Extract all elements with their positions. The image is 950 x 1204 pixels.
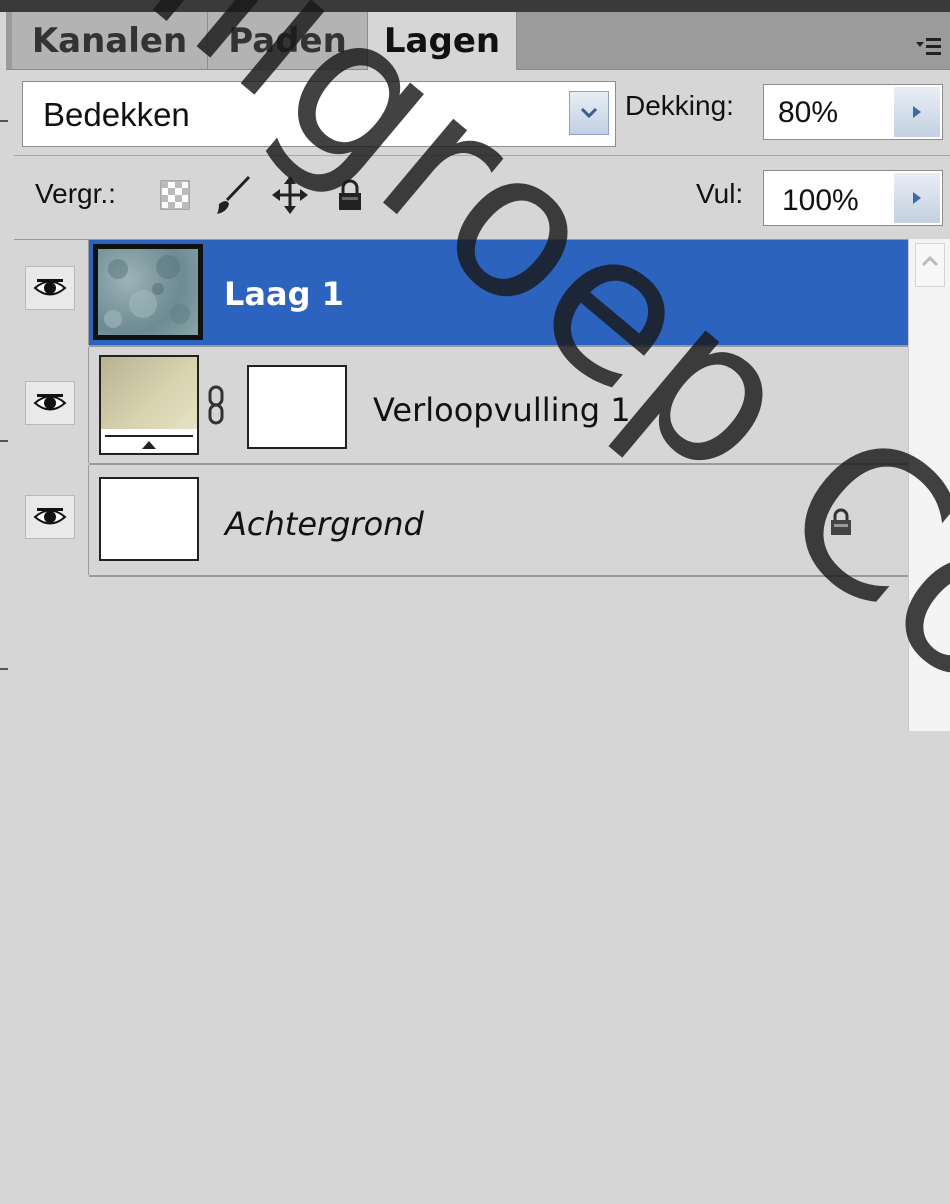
divider xyxy=(14,155,950,156)
layer-name[interactable]: Laag 1 xyxy=(224,275,344,313)
layers-panel: Kanalen Paden Lagen Bedekken Dekking: 80… xyxy=(0,0,950,1204)
lock-all-icon[interactable] xyxy=(336,178,364,212)
right-arrow-icon[interactable] xyxy=(894,87,940,137)
right-arrow-icon[interactable] xyxy=(894,173,940,223)
tab-lagen[interactable]: Lagen xyxy=(368,12,517,70)
tab-kanalen[interactable]: Kanalen xyxy=(12,12,208,69)
divider xyxy=(89,575,910,577)
fill-value: 100% xyxy=(782,184,859,217)
padlock-icon xyxy=(829,507,853,537)
opacity-field[interactable]: 80% xyxy=(763,84,943,140)
layer-row-laag-1[interactable]: Laag 1 xyxy=(89,240,910,345)
tab-bar: Kanalen Paden Lagen xyxy=(6,12,950,70)
fill-field[interactable]: 100% xyxy=(763,170,943,226)
layer-name[interactable]: Achtergrond xyxy=(225,505,424,543)
eye-icon[interactable] xyxy=(25,495,75,539)
lock-brush-icon[interactable] xyxy=(213,174,253,216)
edge-tick xyxy=(0,668,8,670)
visibility-cell xyxy=(14,347,89,463)
edge-tick xyxy=(0,120,8,122)
top-strip xyxy=(0,0,950,12)
layer-name[interactable]: Verloopvulling 1 xyxy=(373,391,631,429)
panel-menu-icon[interactable] xyxy=(916,36,942,58)
tab-paden[interactable]: Paden xyxy=(208,12,368,69)
scroll-up-icon[interactable] xyxy=(915,243,945,287)
layer-thumbnail xyxy=(99,477,199,561)
scrollbar[interactable] xyxy=(908,239,950,731)
dropdown-arrow-icon[interactable] xyxy=(569,91,609,135)
eye-icon[interactable] xyxy=(25,381,75,425)
layer-row-achtergrond[interactable]: Achtergrond xyxy=(89,465,910,575)
edge-tick xyxy=(0,440,8,442)
chain-link-icon[interactable] xyxy=(207,385,225,425)
lock-transparency-icon[interactable] xyxy=(160,180,190,210)
lock-label: Vergr.: xyxy=(35,178,116,209)
eye-icon[interactable] xyxy=(25,266,75,310)
blend-mode-value: Bedekken xyxy=(43,96,190,133)
opacity-value: 80% xyxy=(778,96,839,129)
layer-row-verloopvulling-1[interactable]: Verloopvulling 1 xyxy=(89,347,910,463)
gradient-thumbnail xyxy=(99,355,199,455)
opacity-label: Dekking: xyxy=(625,90,734,121)
layer-thumbnail xyxy=(98,249,198,335)
fill-label: Vul: xyxy=(696,178,744,209)
blend-mode-select[interactable]: Bedekken xyxy=(22,81,616,147)
lock-move-icon[interactable] xyxy=(272,176,308,214)
visibility-cell xyxy=(14,240,89,345)
mask-thumbnail[interactable] xyxy=(247,365,347,449)
visibility-cell xyxy=(14,465,89,575)
